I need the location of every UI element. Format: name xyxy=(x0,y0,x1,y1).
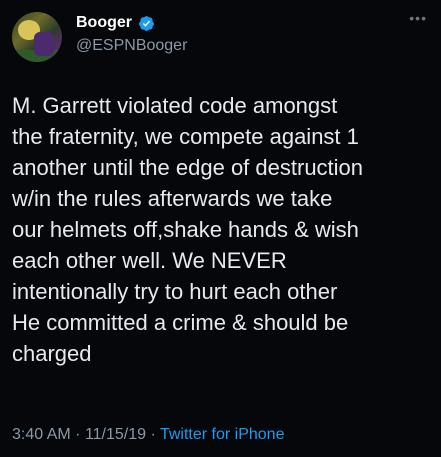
display-name[interactable]: Booger xyxy=(76,14,132,32)
tweet-text: M. Garrett violated code amongst the fra… xyxy=(12,93,364,366)
avatar-jersey xyxy=(34,32,54,56)
verified-badge-icon xyxy=(139,15,154,31)
author-name-row[interactable]: Booger xyxy=(76,14,155,32)
author-handle[interactable]: @ESPNBooger xyxy=(76,37,187,55)
tweet-meta: 3:40 AM · 11/15/19 · Twitter for iPhone xyxy=(12,426,284,444)
meta-separator: · xyxy=(150,426,156,443)
avatar[interactable] xyxy=(12,12,62,62)
meta-separator: · xyxy=(75,426,81,443)
tweet-date[interactable]: 11/15/19 xyxy=(85,426,146,443)
tweet-time[interactable]: 3:40 AM xyxy=(12,426,71,443)
tweet-card: Booger @ESPNBooger ••• M. Garrett violat… xyxy=(0,0,441,457)
more-options-icon[interactable]: ••• xyxy=(409,10,427,26)
tweet-source-link[interactable]: Twitter for iPhone xyxy=(160,426,285,443)
